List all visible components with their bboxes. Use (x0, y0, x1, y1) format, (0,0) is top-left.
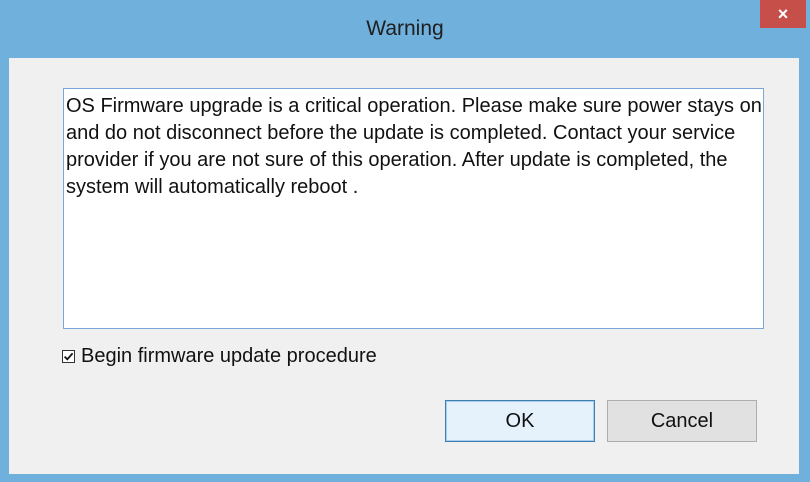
window-title: Warning (366, 17, 444, 40)
begin-update-checkbox-label[interactable]: Begin firmware update procedure (81, 345, 377, 368)
checkmark-icon (63, 352, 74, 361)
title-bar[interactable]: Warning × (0, 0, 810, 58)
close-button[interactable]: × (760, 0, 806, 28)
begin-update-checkbox[interactable] (62, 349, 75, 363)
cancel-button[interactable]: Cancel (607, 400, 757, 442)
warning-message-textbox[interactable]: OS Firmware upgrade is a critical operat… (63, 88, 764, 329)
close-icon: × (777, 4, 789, 24)
begin-update-checkbox-row[interactable]: Begin firmware update procedure (62, 344, 377, 368)
ok-button[interactable]: OK (445, 400, 595, 442)
dialog-body: OS Firmware upgrade is a critical operat… (9, 58, 799, 474)
warning-dialog: Warning × OS Firmware upgrade is a criti… (0, 0, 810, 482)
